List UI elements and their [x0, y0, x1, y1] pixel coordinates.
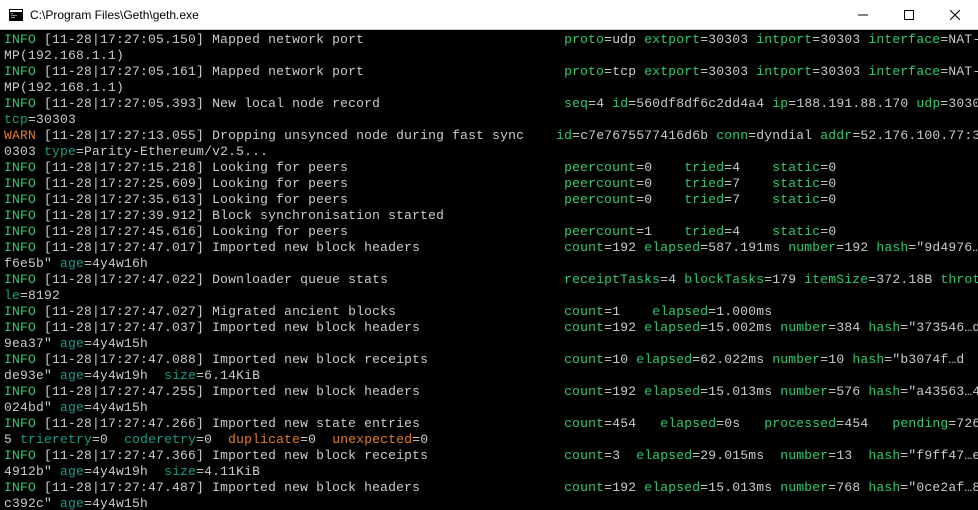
log-line: INFO [11-28|17:27:35.613] Looking for pe…	[4, 192, 974, 208]
log-line: INFO [11-28|17:27:15.218] Looking for pe…	[4, 160, 974, 176]
log-line: WARN [11-28|17:27:13.055] Dropping unsyn…	[4, 128, 974, 144]
log-line: INFO [11-28|17:27:47.088] Imported new b…	[4, 352, 974, 368]
log-line-cont: tcp=30303	[4, 112, 974, 128]
log-line-cont: 4912b" age=4y4w19h size=4.11KiB	[4, 464, 974, 480]
titlebar: C:\Program Files\Geth\geth.exe	[0, 0, 978, 30]
log-line-cont: 024bd" age=4y4w15h	[4, 400, 974, 416]
log-line: INFO [11-28|17:27:05.161] Mapped network…	[4, 64, 974, 80]
log-line-cont: MP(192.168.1.1)	[4, 48, 974, 64]
close-button[interactable]	[932, 0, 978, 30]
log-line: INFO [11-28|17:27:47.027] Migrated ancie…	[4, 304, 974, 320]
log-line: INFO [11-28|17:27:47.366] Imported new b…	[4, 448, 974, 464]
window-title: C:\Program Files\Geth\geth.exe	[24, 8, 840, 22]
log-line: INFO [11-28|17:27:47.037] Imported new b…	[4, 320, 974, 336]
log-line-cont: 0303 type=Parity-Ethereum/v2.5...	[4, 144, 974, 160]
log-line: INFO [11-28|17:27:47.022] Downloader que…	[4, 272, 974, 288]
log-line: INFO [11-28|17:27:25.609] Looking for pe…	[4, 176, 974, 192]
log-line: INFO [11-28|17:27:05.150] Mapped network…	[4, 32, 974, 48]
log-line: INFO [11-28|17:27:47.017] Imported new b…	[4, 240, 974, 256]
log-line-cont: MP(192.168.1.1)	[4, 80, 974, 96]
log-line-cont: 9ea37" age=4y4w15h	[4, 336, 974, 352]
log-line: INFO [11-28|17:27:05.393] New local node…	[4, 96, 974, 112]
log-line: INFO [11-28|17:27:47.487] Imported new b…	[4, 480, 974, 496]
minimize-button[interactable]	[840, 0, 886, 30]
log-line-cont: 5 trieretry=0 coderetry=0 duplicate=0 un…	[4, 432, 974, 448]
maximize-button[interactable]	[886, 0, 932, 30]
log-line-cont: le=8192	[4, 288, 974, 304]
log-line: INFO [11-28|17:27:39.912] Block synchron…	[4, 208, 974, 224]
log-line-cont: c392c" age=4y4w15h	[4, 496, 974, 510]
log-line-cont: f6e5b" age=4y4w16h	[4, 256, 974, 272]
log-line-cont: de93e" age=4y4w19h size=6.14KiB	[4, 368, 974, 384]
log-line: INFO [11-28|17:27:45.616] Looking for pe…	[4, 224, 974, 240]
terminal-output[interactable]: INFO [11-28|17:27:05.150] Mapped network…	[0, 30, 978, 510]
log-line: INFO [11-28|17:27:47.255] Imported new b…	[4, 384, 974, 400]
log-line: INFO [11-28|17:27:47.266] Imported new s…	[4, 416, 974, 432]
app-icon	[8, 7, 24, 23]
